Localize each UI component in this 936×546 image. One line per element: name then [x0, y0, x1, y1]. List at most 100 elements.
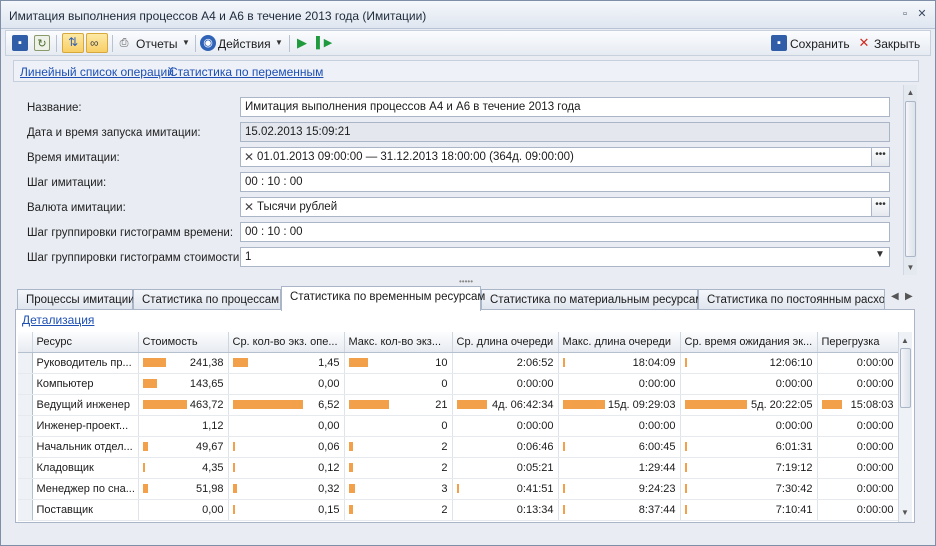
cell-cost[interactable]: 1,12 [138, 415, 229, 437]
cell-max-instances[interactable]: 3 [344, 478, 453, 500]
cell-avg-instances[interactable]: 6,52 [228, 394, 345, 416]
save-icon[interactable]: ▪ [12, 35, 28, 51]
hist-time-field[interactable]: 00 : 10 : 00 [240, 222, 890, 242]
row-indicator[interactable] [18, 457, 33, 479]
col-cost[interactable]: Стоимость [138, 332, 229, 353]
cell-overload[interactable]: 0:00:00 [817, 352, 898, 374]
cell-avg-wait[interactable]: 0:00:00 [680, 373, 818, 395]
row-indicator[interactable] [18, 394, 33, 416]
scroll-down-icon[interactable]: ▼ [901, 508, 909, 517]
cell-avg-instances[interactable]: 0,12 [228, 457, 345, 479]
cell-resource[interactable]: Руководитель пр... [32, 352, 139, 374]
col-resource[interactable]: Ресурс [32, 332, 139, 353]
cell-max-queue[interactable]: 1:29:44 [558, 457, 681, 479]
tab-processes[interactable]: Процессы имитации [17, 289, 135, 310]
cell-max-queue[interactable]: 15д. 09:29:03 [558, 394, 681, 416]
row-indicator[interactable] [18, 436, 33, 458]
step-play-icon[interactable]: ▌▶ [316, 35, 332, 51]
cell-overload[interactable]: 0:00:00 [817, 415, 898, 437]
cell-overload[interactable]: 0:00:00 [817, 373, 898, 395]
col-avg-queue[interactable]: Ср. длина очереди [452, 332, 559, 353]
cell-avg-queue[interactable]: 2:06:52 [452, 352, 559, 374]
cell-avg-queue[interactable]: 0:00:00 [452, 373, 559, 395]
cell-overload[interactable]: 0:00:00 [817, 499, 898, 521]
table-row[interactable]: Ведущий инженер 463,72 6,52 21 4д. 06:42:34 1… [18, 394, 898, 416]
cell-resource[interactable]: Кладовщик [32, 457, 139, 479]
row-indicator[interactable] [18, 373, 33, 395]
col-overload[interactable]: Перегрузка [817, 332, 898, 353]
scroll-thumb[interactable] [900, 348, 911, 408]
cell-max-instances[interactable]: 2 [344, 457, 453, 479]
hierarchy-toggle-button[interactable]: ⇅ [62, 33, 84, 53]
col-avg-instances[interactable]: Ср. кол-во экз. опе... [228, 332, 345, 353]
cell-avg-queue[interactable]: 0:05:21 [452, 457, 559, 479]
cell-avg-queue[interactable]: 0:13:34 [452, 499, 559, 521]
cell-avg-queue[interactable]: 4д. 06:42:34 [452, 394, 559, 416]
row-indicator[interactable] [18, 352, 33, 374]
cell-cost[interactable]: 241,38 [138, 352, 229, 374]
currency-field[interactable]: ✕ Тысячи рублей ••• [240, 197, 890, 217]
cell-max-instances[interactable]: 21 [344, 394, 453, 416]
cell-avg-queue[interactable]: 0:41:51 [452, 478, 559, 500]
splitter-grip[interactable]: ••••• [459, 277, 473, 286]
tab-right-icon[interactable]: ▶ [905, 291, 913, 302]
printer-icon[interactable]: ⎙ [116, 35, 132, 51]
ellipsis-button[interactable]: ••• [871, 148, 889, 166]
link-toggle-button[interactable]: ∞ [86, 33, 108, 53]
cell-max-instances[interactable]: 2 [344, 436, 453, 458]
cell-cost[interactable]: 49,67 [138, 436, 229, 458]
cell-max-instances[interactable]: 10 [344, 352, 453, 374]
cell-resource[interactable]: Ведущий инженер [32, 394, 139, 416]
cell-avg-wait[interactable]: 7:30:42 [680, 478, 818, 500]
table-row[interactable]: Кладовщик 4,35 0,12 2 0:05:21 1:29:44 7:19:12 0… [18, 457, 898, 479]
cell-avg-instances[interactable]: 0,06 [228, 436, 345, 458]
cell-max-instances[interactable]: 0 [344, 415, 453, 437]
cell-resource[interactable]: Менеджер по сна... [32, 478, 139, 500]
cell-max-queue[interactable]: 6:00:45 [558, 436, 681, 458]
cell-cost[interactable]: 51,98 [138, 478, 229, 500]
play-icon[interactable]: ▶ [294, 35, 310, 51]
cell-max-instances[interactable]: 2 [344, 499, 453, 521]
cell-resource[interactable]: Инженер-проект... [32, 415, 139, 437]
cell-cost[interactable]: 463,72 [138, 394, 229, 416]
cell-cost[interactable]: 143,65 [138, 373, 229, 395]
table-row[interactable]: Руководитель пр... 241,38 1,45 10 2:06:52 18:… [18, 352, 898, 374]
col-max-instances[interactable]: Макс. кол-во экз... [344, 332, 453, 353]
ops-list-link[interactable]: Линейный список операций [20, 65, 174, 79]
table-row[interactable]: Компьютер 143,65 0,00 0 0:00:00 0:00:00 0:00:0… [18, 373, 898, 395]
cell-cost[interactable]: 4,35 [138, 457, 229, 479]
table-row[interactable]: Менеджер по сна... 51,98 0,32 3 0:41:51 9:24:… [18, 478, 898, 500]
cell-resource[interactable]: Начальник отдел... [32, 436, 139, 458]
cell-max-queue[interactable]: 18:04:09 [558, 352, 681, 374]
cell-avg-queue[interactable]: 0:00:00 [452, 415, 559, 437]
tab-time-resources[interactable]: Статистика по временным ресурсам [281, 286, 485, 311]
cell-overload[interactable]: 15:08:03 [817, 394, 898, 416]
hist-cost-field[interactable]: 1 ▼ [240, 247, 890, 267]
cell-avg-instances[interactable]: 0,15 [228, 499, 345, 521]
cell-avg-wait[interactable]: 12:06:10 [680, 352, 818, 374]
save-button[interactable]: Сохранить [790, 37, 850, 51]
tab-fixed-costs[interactable]: Статистика по постоянным расход [698, 289, 885, 310]
scroll-up-icon[interactable]: ▲ [904, 88, 917, 97]
form-scrollbar[interactable]: ▲ ▼ [903, 85, 917, 275]
step-field[interactable]: 00 : 10 : 00 [240, 172, 890, 192]
cell-resource[interactable]: Компьютер [32, 373, 139, 395]
scroll-down-icon[interactable]: ▼ [904, 263, 917, 272]
chevron-down-icon[interactable]: ▼ [182, 38, 190, 47]
col-avg-wait[interactable]: Ср. время ожидания эк... [680, 332, 818, 353]
clear-icon[interactable]: ✕ [244, 150, 254, 164]
var-stats-link[interactable]: Статистика по переменным [169, 65, 323, 79]
cell-max-queue[interactable]: 9:24:23 [558, 478, 681, 500]
cell-avg-wait[interactable]: 6:01:31 [680, 436, 818, 458]
cell-max-queue[interactable]: 0:00:00 [558, 415, 681, 437]
row-indicator[interactable] [18, 415, 33, 437]
time-field[interactable]: ✕ 01.01.2013 09:00:00 — 31.12.2013 18:00… [240, 147, 890, 167]
scroll-thumb[interactable] [905, 101, 916, 257]
cell-avg-wait[interactable]: 7:10:41 [680, 499, 818, 521]
table-row[interactable]: Инженер-проект... 1,12 0,00 0 0:00:00 0:00:00… [18, 415, 898, 437]
ellipsis-button[interactable]: ••• [871, 198, 889, 216]
cell-avg-queue[interactable]: 0:06:46 [452, 436, 559, 458]
chevron-down-icon[interactable]: ▼ [275, 38, 283, 47]
reports-menu[interactable]: Отчеты [136, 37, 177, 51]
table-row[interactable]: Начальник отдел... 49,67 0,06 2 0:06:46 6:00:… [18, 436, 898, 458]
